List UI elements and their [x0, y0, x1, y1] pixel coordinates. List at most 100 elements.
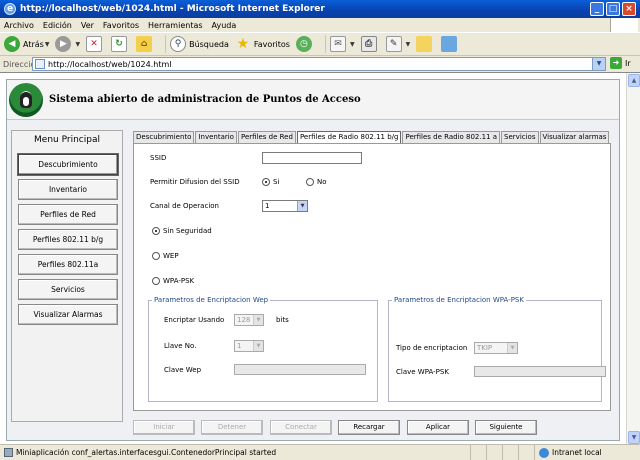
tab-bar: Descubrimiento Inventario Perfiles de Re…	[133, 131, 610, 144]
detener-button[interactable]: Detener	[201, 420, 263, 435]
status-bar: Miniaplicación conf_alertas.interfacesgu…	[0, 444, 640, 460]
menu-ver[interactable]: Ver	[81, 21, 94, 30]
menu-herramientas[interactable]: Herramientas	[148, 21, 203, 30]
ssid-input[interactable]	[262, 152, 362, 164]
tipo-select[interactable]: TKIP ▼	[474, 342, 518, 354]
encriptar-select[interactable]: 128 ▼	[234, 314, 264, 326]
print-button[interactable]: ⎙	[360, 36, 380, 52]
search-label: Búsqueda	[189, 39, 229, 49]
back-button[interactable]: ◀ Atrás ▼	[4, 36, 49, 52]
recargar-button[interactable]: Recargar	[338, 420, 400, 435]
menu-button-descubrimiento[interactable]: Descubrimiento	[18, 154, 118, 175]
menu-button-servicios[interactable]: Servicios	[18, 279, 118, 300]
maximize-button[interactable]: □	[606, 2, 620, 16]
toolbar: ◀ Atrás ▼ ▶ ▼ ✕ ↻ ⌂ ⚲ Búsqueda ★ Favorit…	[0, 32, 640, 56]
edit-button[interactable]: ✎ ▼	[385, 36, 410, 52]
applet-icon	[4, 448, 13, 457]
difusion-no-label: No	[317, 178, 327, 186]
app-header: Sistema abierto de administracion de Pun…	[7, 80, 619, 120]
menu-button-inventario[interactable]: Inventario	[18, 179, 118, 200]
minimize-button[interactable]: _	[590, 2, 604, 16]
wpa-label: WPA-PSK	[163, 277, 195, 285]
title-bar: e http://localhost/web/1024.html - Micro…	[0, 0, 640, 18]
page-viewport: Sistema abierto de administracion de Pun…	[0, 72, 640, 445]
chevron-down-icon[interactable]: ▼	[592, 58, 605, 70]
go-button[interactable]: ➜ Ir	[610, 57, 631, 69]
address-url: http://localhost/web/1024.html	[48, 59, 172, 69]
favorites-button[interactable]: ★ Favoritos	[235, 36, 290, 52]
menu-button-alarmas[interactable]: Visualizar Alarmas	[18, 304, 118, 325]
difusion-no-radio[interactable]	[306, 178, 314, 186]
search-button[interactable]: ⚲ Búsqueda	[170, 36, 229, 52]
scroll-up-icon[interactable]: ▲	[628, 74, 640, 87]
refresh-icon: ↻	[111, 36, 128, 52]
messenger-icon	[441, 36, 458, 52]
wpa-radio[interactable]	[152, 277, 160, 285]
tab-inventario[interactable]: Inventario	[195, 131, 237, 143]
wep-group-title: Parametros de Encriptacion Wep	[152, 296, 271, 304]
chevron-down-icon: ▼	[349, 40, 355, 48]
menu-button-perfiles-bg[interactable]: Perfiles 802.11 b/g	[18, 229, 118, 250]
home-icon: ⌂	[136, 36, 153, 52]
encriptar-value: 128	[237, 316, 251, 324]
home-button[interactable]: ⌂	[136, 36, 155, 52]
tab-descubrimiento[interactable]: Descubrimiento	[133, 131, 195, 143]
go-label: Ir	[625, 58, 631, 68]
clave-wep-input[interactable]	[234, 364, 366, 375]
ssid-label: SSID	[150, 154, 167, 162]
scroll-down-icon[interactable]: ▼	[628, 431, 640, 444]
back-label: Atrás	[23, 39, 44, 49]
tab-perfiles-red[interactable]: Perfiles de Red	[237, 131, 296, 143]
sin-seguridad-label: Sin Seguridad	[163, 227, 212, 235]
forward-button[interactable]: ▶ ▼	[55, 36, 80, 52]
stop-button[interactable]: ✕	[86, 36, 105, 52]
siguiente-button[interactable]: Siguiente	[475, 420, 537, 435]
window-controls: _ □ ×	[590, 2, 636, 16]
canal-label: Canal de Operacion	[150, 202, 219, 210]
history-button[interactable]: ◷	[295, 36, 315, 52]
wep-radio[interactable]	[152, 252, 160, 260]
llave-label: Llave No.	[164, 342, 197, 350]
windows-flag-icon	[610, 18, 638, 32]
close-button[interactable]: ×	[622, 2, 636, 16]
edit-icon: ✎	[385, 36, 402, 52]
java-applet: Sistema abierto de administracion de Pun…	[6, 79, 620, 441]
stop-icon: ✕	[86, 36, 103, 52]
tipo-value: TKIP	[477, 344, 493, 352]
llave-value: 1	[237, 342, 242, 350]
menu-bar: Archivo Edición Ver Favoritos Herramient…	[0, 18, 640, 32]
address-bar: Dirección http://localhost/web/1024.html…	[0, 56, 640, 72]
mail-icon: ✉	[329, 36, 346, 52]
mail-button[interactable]: ✉ ▼	[329, 36, 355, 52]
clave-wpa-label: Clave WPA-PSK	[396, 368, 449, 376]
refresh-button[interactable]: ↻	[111, 36, 130, 52]
menu-edicion[interactable]: Edición	[43, 21, 72, 30]
aplicar-button[interactable]: Aplicar	[407, 420, 469, 435]
menu-favoritos[interactable]: Favoritos	[103, 21, 139, 30]
vertical-scrollbar[interactable]: ▲ ▼	[626, 73, 640, 445]
tab-perfiles-radio-a[interactable]: Perfiles de Radio 802.11 a	[402, 131, 501, 143]
menu-button-perfiles-a[interactable]: Perfiles 802.11a	[18, 254, 118, 275]
menu-ayuda[interactable]: Ayuda	[212, 21, 237, 30]
menu-archivo[interactable]: Archivo	[4, 21, 34, 30]
history-icon: ◷	[295, 36, 312, 52]
tab-visualizar-alarmas[interactable]: Visualizar alarmas	[539, 131, 610, 143]
iniciar-button[interactable]: Iniciar	[133, 420, 195, 435]
canal-select[interactable]: 1 ▼	[262, 200, 308, 212]
clave-wpa-input[interactable]	[474, 366, 606, 377]
tab-servicios[interactable]: Servicios	[501, 131, 539, 143]
address-input[interactable]: http://localhost/web/1024.html ▼	[32, 57, 606, 71]
main-menu-panel: Menu Principal Descubrimiento Inventario…	[11, 130, 123, 422]
sin-seguridad-radio[interactable]	[152, 227, 160, 235]
menu-button-perfiles-red[interactable]: Perfiles de Red	[18, 204, 118, 225]
clave-wep-label: Clave Wep	[164, 366, 202, 374]
conectar-button[interactable]: Conectar	[270, 420, 332, 435]
llave-select[interactable]: 1 ▼	[234, 340, 264, 352]
folder-button[interactable]	[416, 36, 435, 52]
difusion-si-radio[interactable]	[262, 178, 270, 186]
chevron-down-icon: ▼	[75, 40, 81, 48]
canal-value: 1	[265, 202, 270, 210]
wep-label: WEP	[163, 252, 179, 260]
messenger-button[interactable]	[441, 36, 460, 52]
search-icon: ⚲	[170, 36, 187, 52]
